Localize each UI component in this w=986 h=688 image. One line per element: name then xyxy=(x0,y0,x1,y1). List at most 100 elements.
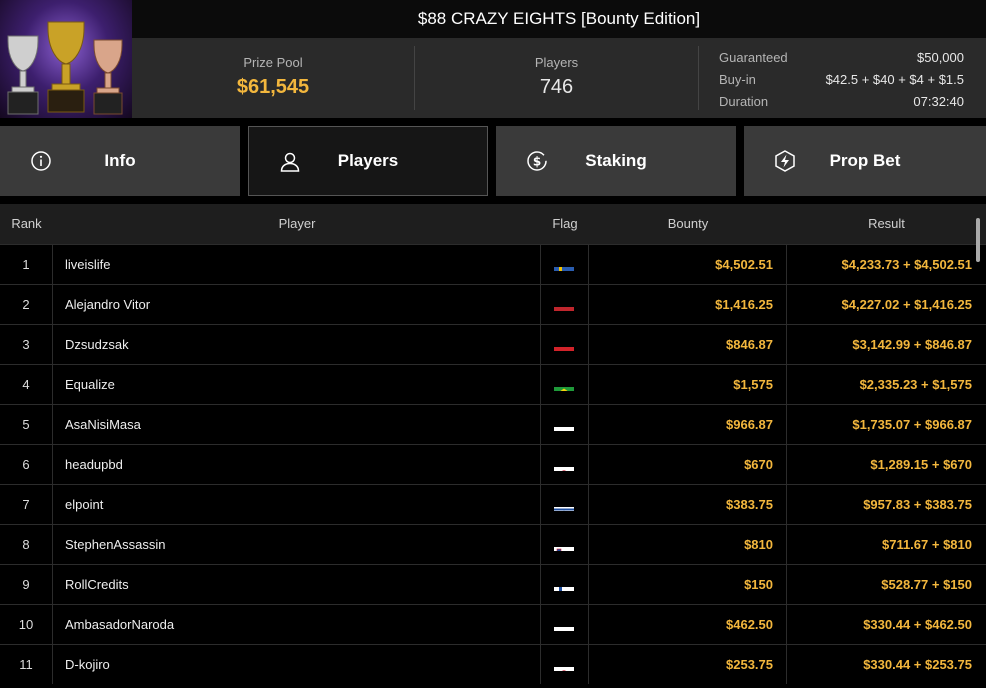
tournament-header: $88 CRAZY EIGHTS [Bounty Edition] Prize … xyxy=(0,0,986,118)
duration-value: 07:32:40 xyxy=(913,94,964,109)
table-row[interactable]: 11 D-kojiro $253.75 $330.44 + $253.75 xyxy=(0,644,986,684)
players-count: Players 746 xyxy=(415,38,698,118)
japan-flag-icon xyxy=(554,457,574,471)
player-name[interactable]: AmbasadorNaroda xyxy=(53,605,541,644)
tournament-details: Guaranteed $50,000 Buy-in $42.5 + $40 + … xyxy=(719,47,964,113)
prize-pool: Prize Pool $61,545 xyxy=(132,38,414,118)
tab-players[interactable]: Players xyxy=(248,126,488,196)
lightning-icon xyxy=(774,150,796,172)
flag-cell xyxy=(541,325,589,364)
column-bounty[interactable]: Bounty xyxy=(589,204,787,244)
info-icon xyxy=(30,150,52,172)
flag-cell xyxy=(541,365,589,404)
result-cell: $528.77 + $150 xyxy=(881,577,972,592)
bounty-cell: $253.75 xyxy=(589,645,787,684)
rank-cell: 8 xyxy=(0,525,53,564)
table-row[interactable]: 9 RollCredits $150 $528.77 + $150 xyxy=(0,564,986,604)
dollar-coin-icon: $ xyxy=(526,150,548,172)
bounty-cell: $810 xyxy=(589,525,787,564)
result-cell: $3,142.99 + $846.87 xyxy=(852,337,972,352)
flag-cell xyxy=(541,565,589,604)
player-name[interactable]: Equalize xyxy=(53,365,541,404)
table-row[interactable]: 1 liveislife $4,502.51 $4,233.73 + $4,502.5… xyxy=(0,244,986,284)
svg-text:$: $ xyxy=(533,155,541,169)
tab-staking[interactable]: $ Staking xyxy=(496,126,736,196)
rank-cell: 1 xyxy=(0,245,53,284)
table-row[interactable]: 2 Alejandro Vitor $1,416.25 $4,227.02 + $1,… xyxy=(0,284,986,324)
brazil-flag-icon xyxy=(554,377,574,391)
flag-cell xyxy=(541,485,589,524)
player-name[interactable]: elpoint xyxy=(53,485,541,524)
player-name[interactable]: headupbd xyxy=(53,445,541,484)
table-row[interactable]: 10 AmbasadorNaroda $462.50 $330.44 + $462.5… xyxy=(0,604,986,644)
flag-cell xyxy=(541,245,589,284)
rank-cell: 3 xyxy=(0,325,53,364)
scrollbar-thumb[interactable] xyxy=(976,218,980,262)
players-value: 746 xyxy=(539,76,574,98)
flag-cell xyxy=(541,445,589,484)
israel-flag-icon xyxy=(554,497,574,511)
column-flag[interactable]: Flag xyxy=(541,204,589,244)
bounty-cell: $670 xyxy=(589,445,787,484)
tab-info[interactable]: Info xyxy=(0,126,240,196)
netherlands-flag-icon xyxy=(554,297,574,311)
result-cell: $1,735.07 + $966.87 xyxy=(852,417,972,432)
sweden-flag-icon xyxy=(554,257,574,271)
column-rank[interactable]: Rank xyxy=(0,204,53,244)
column-result[interactable]: Result xyxy=(787,204,986,244)
guaranteed-label: Guaranteed xyxy=(719,50,788,65)
rank-cell: 9 xyxy=(0,565,53,604)
table-row[interactable]: 4 Equalize $1,575 $2,335.23 + $1,575 xyxy=(0,364,986,404)
players-table: Rank Player Flag Bounty Result 1 liveisli… xyxy=(0,204,986,688)
flag-cell xyxy=(541,405,589,444)
bounty-cell: $150 xyxy=(589,565,787,604)
bounty-cell: $1,575 xyxy=(589,365,787,404)
bounty-cell: $846.87 xyxy=(589,325,787,364)
tournament-title: $88 CRAZY EIGHTS [Bounty Edition] xyxy=(132,0,986,38)
bounty-cell: $4,502.51 xyxy=(589,245,787,284)
player-name[interactable]: StephenAssassin xyxy=(53,525,541,564)
flag-cell xyxy=(541,605,589,644)
player-name[interactable]: D-kojiro xyxy=(53,645,541,684)
duration-label: Duration xyxy=(719,94,769,109)
table-row[interactable]: 5 AsaNisiMasa $966.87 $1,735.07 + $966.87 xyxy=(0,404,986,444)
result-cell: $4,233.73 + $4,502.51 xyxy=(841,257,972,272)
result-cell: $957.83 + $383.75 xyxy=(863,497,972,512)
trophy-logo xyxy=(0,0,132,118)
rank-cell: 11 xyxy=(0,645,53,684)
table-row[interactable]: 6 headupbd $670 $1,289.15 + $670 xyxy=(0,444,986,484)
japan-flag-icon xyxy=(554,657,574,671)
tournament-stats: Prize Pool $61,545 Players 746 Guarantee… xyxy=(132,38,986,118)
rank-cell: 10 xyxy=(0,605,53,644)
slovenia-flag-icon xyxy=(554,537,574,551)
buyin-row: Buy-in $42.5 + $40 + $4 + $1.5 xyxy=(719,69,964,91)
tab-prop-bet[interactable]: Prop Bet xyxy=(744,126,986,196)
result-cell: $711.67 + $810 xyxy=(881,537,972,552)
player-name[interactable]: RollCredits xyxy=(53,565,541,604)
guaranteed-row: Guaranteed $50,000 xyxy=(719,47,964,69)
rank-cell: 4 xyxy=(0,365,53,404)
table-row[interactable]: 7 elpoint $383.75 $957.83 + $383.75 xyxy=(0,484,986,524)
rank-cell: 5 xyxy=(0,405,53,444)
flag-cell xyxy=(541,285,589,324)
rank-cell: 7 xyxy=(0,485,53,524)
table-header: Rank Player Flag Bounty Result xyxy=(0,204,986,244)
guaranteed-value: $50,000 xyxy=(917,50,964,65)
table-row[interactable]: 8 StephenAssassin $810 $711.67 + $810 xyxy=(0,524,986,564)
player-name[interactable]: Alejandro Vitor xyxy=(53,285,541,324)
table-row[interactable]: 3 Dzsudzsak $846.87 $3,142.99 + $846.87 xyxy=(0,324,986,364)
player-name[interactable]: Dzsudzsak xyxy=(53,325,541,364)
bounty-cell: $462.50 xyxy=(589,605,787,644)
rank-cell: 6 xyxy=(0,445,53,484)
prize-pool-label: Prize Pool xyxy=(243,55,303,70)
column-player[interactable]: Player xyxy=(53,204,541,244)
bounty-cell: $1,416.25 xyxy=(589,285,787,324)
player-name[interactable]: AsaNisiMasa xyxy=(53,405,541,444)
result-cell: $330.44 + $462.50 xyxy=(863,617,972,632)
finland-flag-icon xyxy=(554,577,574,591)
player-name[interactable]: liveislife xyxy=(53,245,541,284)
tab-bar: Info Players $ Staking Prop Bet xyxy=(0,126,986,196)
russia-flag-icon xyxy=(554,617,574,631)
divider xyxy=(698,46,699,110)
buyin-label: Buy-in xyxy=(719,72,756,87)
